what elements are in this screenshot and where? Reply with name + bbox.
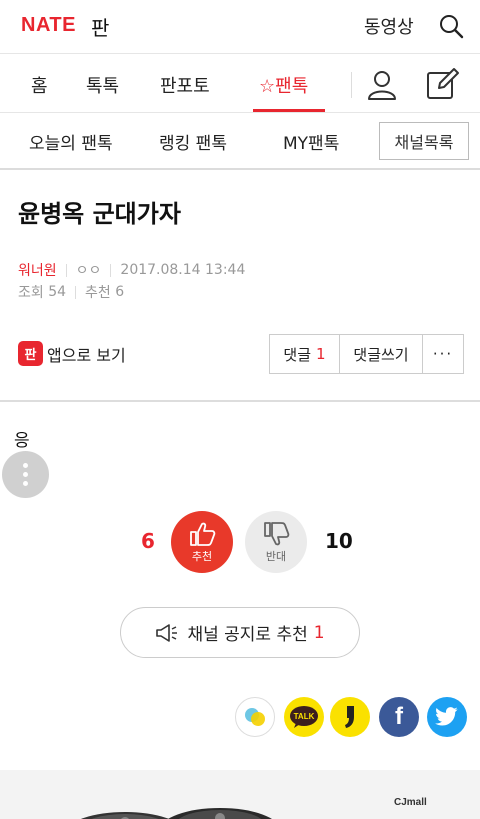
app-view-label: 앱으로 보기 (47, 345, 126, 365)
nav-divider (351, 72, 352, 98)
post-stats: 조회 54 추천 6 (18, 282, 124, 302)
meta-separator (110, 263, 112, 277)
recommend-button[interactable]: 추천 (171, 511, 233, 573)
comment-button[interactable]: 댓글 1 (270, 335, 340, 373)
ad-banner[interactable] (0, 770, 480, 819)
post-author[interactable]: 워너원 (18, 260, 57, 280)
user-icon[interactable] (366, 69, 398, 101)
vote-down-count: 10 (325, 529, 353, 553)
search-icon[interactable] (438, 13, 464, 39)
app-view-link[interactable]: 판 앱으로 보기 (18, 341, 126, 366)
notice-label: 채널 공지로 추천 (187, 625, 308, 645)
dot-icon (23, 472, 28, 477)
active-tab-indicator (253, 109, 325, 112)
main-nav: 홈 톡톡 판포토 ☆팬톡 (0, 55, 480, 113)
content-divider (0, 400, 480, 402)
subnav-today[interactable]: 오늘의 팬톡 (29, 129, 113, 154)
views-label: 조회 (18, 285, 44, 301)
tab-toktok[interactable]: 톡톡 (86, 72, 119, 98)
post-meta: 워너원 ㅇㅇ 2017.08.14 13:44 (18, 260, 245, 280)
tab-home[interactable]: 홈 (31, 72, 48, 98)
tab-fantalk[interactable]: ☆팬톡 (259, 72, 308, 98)
kakaotalk-label: TALK (294, 712, 315, 721)
oppose-label: 반대 (265, 549, 287, 563)
views-count: 54 (48, 284, 67, 300)
sub-nav: 오늘의 팬톡 랭킹 팬톡 MY팬톡 채널목록 (0, 114, 480, 170)
video-link[interactable]: 동영상 (364, 13, 414, 39)
facebook-letter: f (395, 703, 403, 730)
pann-app-icon: 판 (18, 341, 43, 366)
meta-separator (65, 263, 67, 277)
write-icon[interactable] (425, 67, 461, 101)
channel-notice-button[interactable]: 채널 공지로 추천 1 (120, 607, 360, 658)
kakaopage-icon[interactable] (330, 697, 370, 737)
floating-menu-button[interactable] (2, 451, 49, 498)
top-bar: NATE 판 동영상 (0, 0, 480, 54)
post-title: 윤병옥 군대가자 (18, 200, 181, 228)
post-action-buttons: 댓글 1 댓글쓰기 ··· (269, 334, 464, 374)
kakaotalk-icon[interactable]: TALK (284, 697, 324, 737)
subnav-ranking[interactable]: 랭킹 팬톡 (159, 129, 227, 154)
dot-icon (23, 481, 28, 486)
facebook-icon[interactable]: f (379, 697, 419, 737)
notice-count: 1 (313, 622, 325, 643)
channel-list-button[interactable]: 채널목록 (379, 122, 469, 160)
twitter-icon[interactable] (427, 697, 467, 737)
oppose-button[interactable]: 반대 (245, 511, 307, 573)
product-image (80, 808, 272, 819)
comment-count: 1 (316, 345, 326, 363)
vote-up-count: 6 (141, 529, 155, 553)
nate-logo[interactable]: NATE (21, 14, 76, 37)
megaphone-icon (156, 623, 178, 642)
subnav-my[interactable]: MY팬톡 (283, 129, 339, 154)
tab-pann-photo[interactable]: 판포토 (160, 72, 210, 98)
comment-label: 댓글 (283, 345, 312, 364)
post-datetime: 2017.08.14 13:44 (120, 262, 246, 278)
recommend-label: 추천 (85, 285, 111, 301)
thumbs-up-icon (190, 522, 216, 546)
more-button[interactable]: ··· (423, 335, 463, 373)
post-nickname: ㅇㅇ (75, 263, 102, 279)
pann-logo[interactable]: 판 (91, 12, 109, 41)
post-body: 응 (14, 431, 30, 451)
dot-icon (23, 463, 28, 468)
meta-separator (75, 285, 77, 299)
recommend-count: 6 (115, 284, 125, 300)
thumbs-down-icon (264, 521, 290, 545)
recommend-label: 추천 (191, 549, 213, 563)
kakaostory-icon[interactable] (235, 697, 275, 737)
ad-brand-logo: CJmall (394, 797, 427, 808)
write-comment-button[interactable]: 댓글쓰기 (340, 335, 423, 373)
